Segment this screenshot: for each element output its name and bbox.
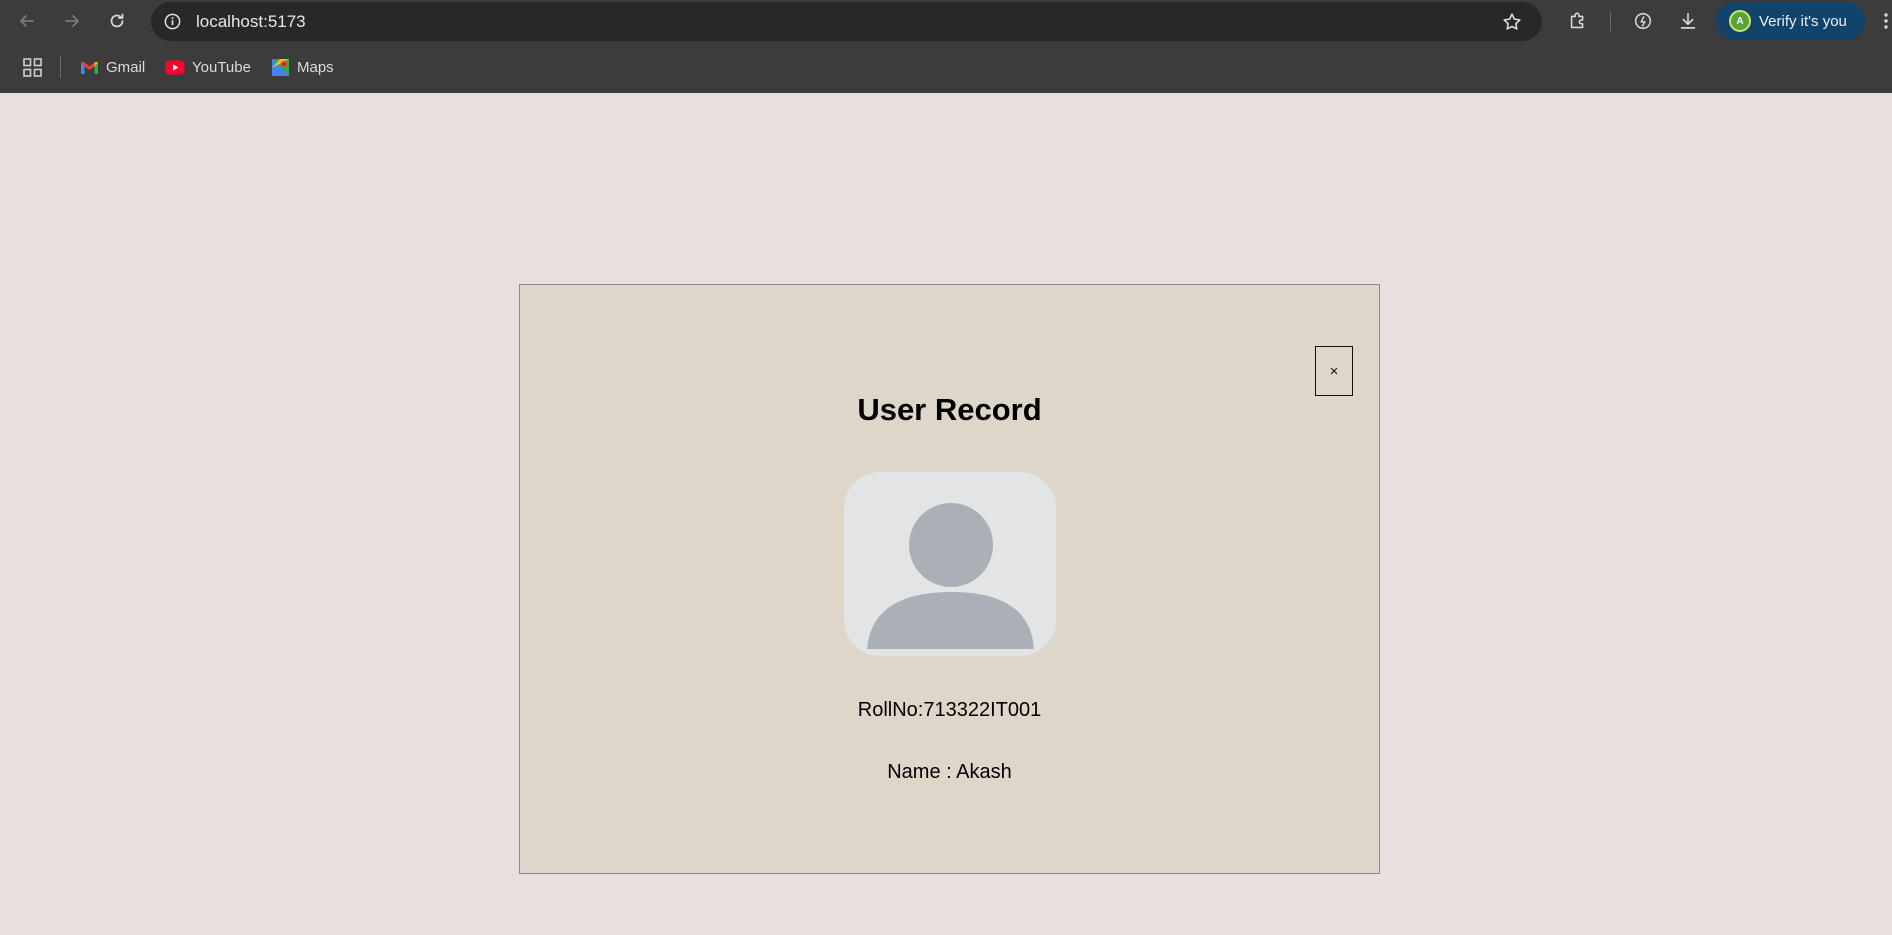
bookmark-maps[interactable]: Maps [271, 54, 334, 80]
verify-label: Verify it's you [1759, 12, 1847, 30]
reload-button[interactable] [101, 5, 133, 37]
close-button[interactable]: × [1315, 346, 1353, 396]
bookmark-youtube[interactable]: YouTube [165, 54, 251, 80]
card-title: User Record [857, 392, 1042, 427]
user-avatar-placeholder-icon [844, 472, 1056, 656]
bookmark-label: Maps [297, 58, 334, 76]
toolbar-divider [1610, 11, 1611, 31]
extensions-button[interactable] [1564, 7, 1592, 35]
bookmark-gmail[interactable]: Gmail [80, 54, 145, 80]
bookmarks-bar: Gmail YouTube Maps [0, 42, 1892, 93]
maps-icon [272, 58, 289, 76]
browser-toolbar: localhost:5173 A Verify it's you [0, 0, 1892, 42]
arrow-left-icon [20, 15, 34, 27]
youtube-icon [165, 60, 185, 74]
profile-avatar-icon: A [1729, 10, 1751, 32]
browser-menu-icon[interactable] [1879, 6, 1892, 36]
roll-number: RollNo:713322IT001 [857, 699, 1042, 721]
performance-button[interactable] [1629, 7, 1657, 35]
user-record-card: × User Record RollNo:713322IT001 Name : … [519, 284, 1380, 874]
bookmark-star-icon[interactable] [1500, 10, 1524, 34]
reload-icon [110, 13, 124, 28]
arrow-right-icon [65, 15, 79, 27]
speedometer-icon [1634, 12, 1652, 30]
url-text[interactable]: localhost:5173 [196, 2, 306, 41]
gmail-icon [81, 61, 98, 74]
bookmarks-divider [60, 56, 61, 78]
download-icon [1680, 12, 1696, 29]
user-name: Name : Akash [887, 761, 1012, 783]
bookmark-label: YouTube [192, 58, 251, 76]
bookmark-label: Gmail [106, 58, 146, 76]
apps-grid-icon[interactable] [22, 57, 43, 78]
site-info-icon[interactable] [162, 11, 183, 32]
verify-profile-button[interactable]: A Verify it's you [1716, 2, 1865, 40]
forward-button[interactable] [56, 5, 88, 37]
address-bar[interactable]: localhost:5173 [151, 2, 1542, 41]
back-button[interactable] [11, 5, 43, 37]
downloads-button[interactable] [1674, 7, 1702, 35]
puzzle-icon [1570, 12, 1584, 29]
